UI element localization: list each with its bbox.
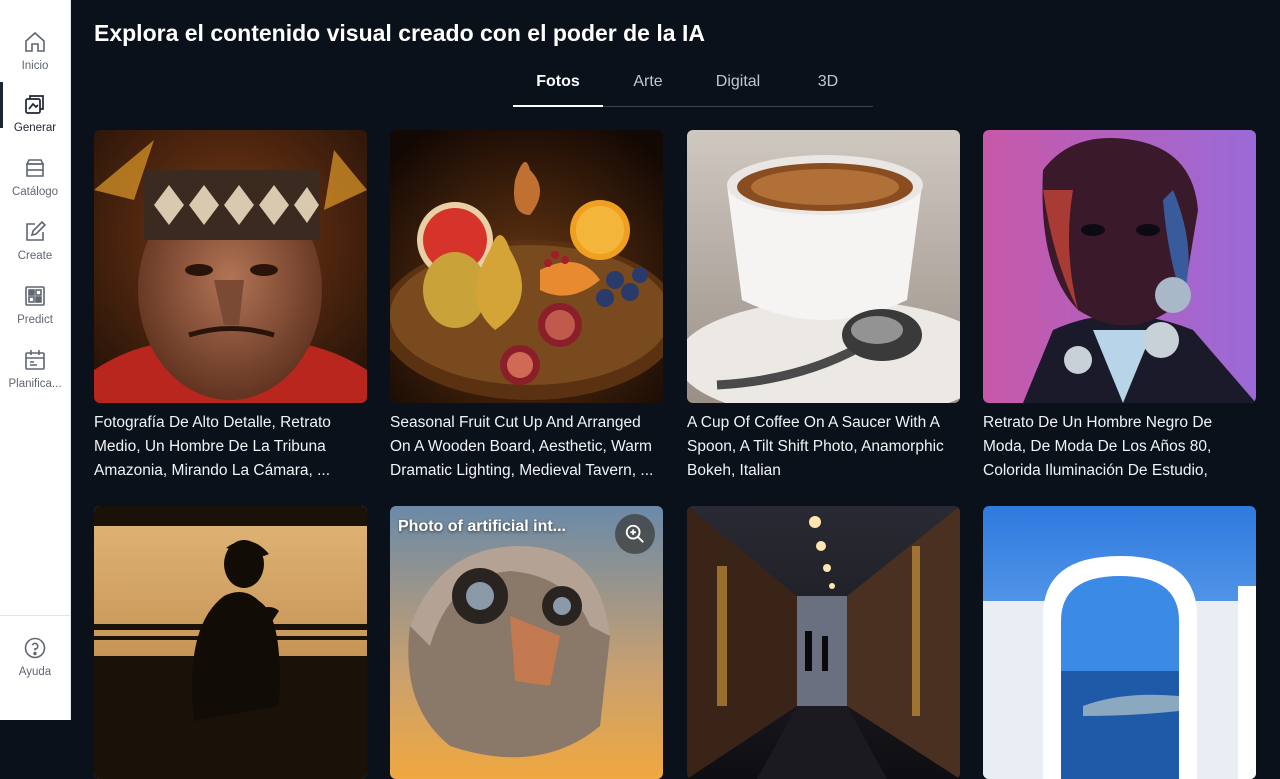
catalog-icon <box>25 159 45 177</box>
card-image-fruit-board[interactable] <box>390 130 663 403</box>
card-image-coffee-cup[interactable] <box>687 130 960 403</box>
main-content: Explora el contenido visual creado con e… <box>70 0 1280 779</box>
card-caption: Seasonal Fruit Cut Up And Arranged On A … <box>390 414 654 479</box>
category-tabs: Fotos Arte Digital 3D <box>513 62 873 107</box>
card-image-tribal-portrait[interactable] <box>94 130 367 403</box>
create-icon <box>26 220 47 241</box>
sidebar-item-label: Ayuda <box>18 666 52 678</box>
help-icon <box>24 637 46 659</box>
calendar-icon <box>25 350 45 370</box>
sidebar-item-label: Catálogo <box>11 186 59 198</box>
sidebar-item-inicio[interactable]: Inicio <box>0 30 70 94</box>
sidebar-item-label: Predict <box>17 314 53 326</box>
sidebar: Inicio Generar Catálogo Create Predict P… <box>0 0 71 720</box>
tab-arte[interactable]: Arte <box>603 62 693 106</box>
sidebar-item-label: Generar <box>13 122 57 134</box>
sidebar-item-create[interactable]: Create <box>0 220 70 284</box>
card-caption: Fotografía De Alto Detalle, Retrato Medi… <box>94 414 331 479</box>
zoom-in-icon <box>625 524 644 543</box>
sidebar-item-label: Planifica... <box>8 378 62 390</box>
card-image-ai-robot[interactable]: Photo of artificial int... <box>390 506 663 779</box>
card-caption: Retrato De Un Hombre Negro De Moda, De M… <box>983 414 1213 479</box>
tab-3d[interactable]: 3D <box>783 62 873 106</box>
card-overlay-title: Photo of artificial int... <box>398 518 566 535</box>
tab-digital[interactable]: Digital <box>693 62 783 106</box>
predict-icon <box>25 286 45 306</box>
sidebar-item-predict[interactable]: Predict <box>0 284 70 348</box>
sidebar-item-label: Inicio <box>21 60 49 72</box>
sidebar-item-label: Create <box>17 250 53 262</box>
card-image-silhouette-phone[interactable] <box>94 506 367 779</box>
sidebar-item-planificador[interactable]: Planifica... <box>0 348 70 412</box>
sidebar-item-ayuda[interactable]: Ayuda <box>0 636 70 700</box>
home-icon <box>25 31 45 52</box>
sidebar-item-catalogo[interactable]: Catálogo <box>0 156 70 220</box>
sidebar-item-generar[interactable]: Generar <box>0 82 70 156</box>
generate-icon <box>25 95 44 114</box>
card-image-night-alley[interactable] <box>687 506 960 779</box>
card-image-fashion-portrait[interactable] <box>983 130 1256 403</box>
page-title: Explora el contenido visual creado con e… <box>94 20 705 46</box>
tab-fotos[interactable]: Fotos <box>513 62 603 107</box>
card-image-santorini-arch[interactable] <box>983 506 1256 779</box>
card-caption: A Cup Of Coffee On A Saucer With A Spoon… <box>687 414 944 479</box>
zoom-button[interactable] <box>615 514 655 554</box>
sidebar-footer: Ayuda <box>0 615 70 721</box>
